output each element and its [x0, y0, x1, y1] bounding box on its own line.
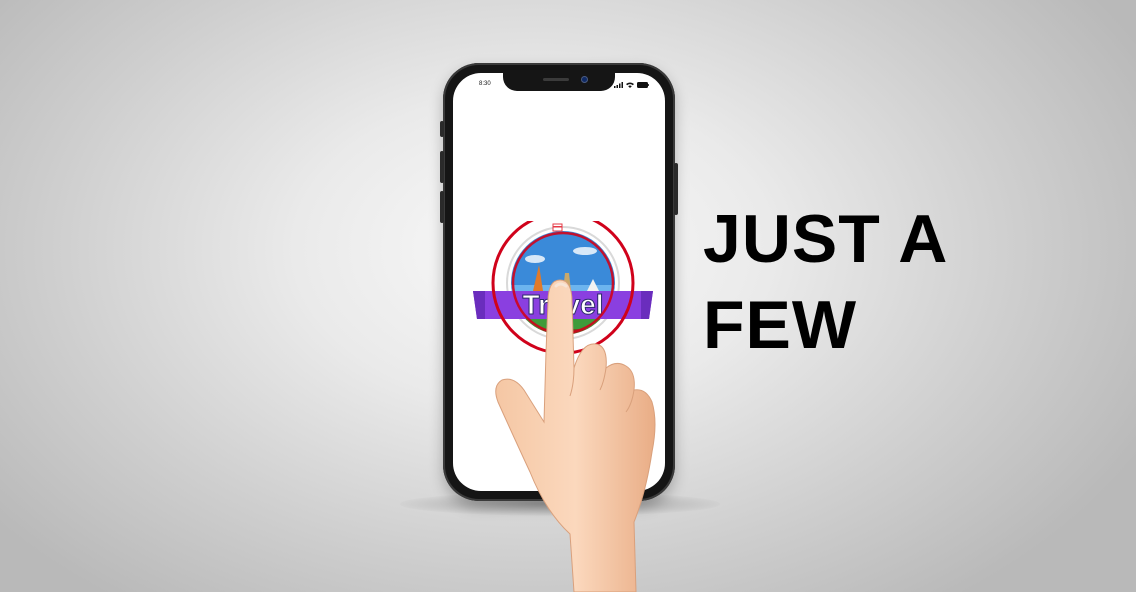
headline-line-1: JUST A	[703, 201, 949, 277]
volume-down-button	[440, 191, 444, 223]
headline-line-2: FEW	[703, 287, 858, 363]
notch	[503, 73, 615, 91]
headline: JUST A FEW	[703, 196, 948, 368]
status-icons	[614, 82, 649, 88]
battery-icon	[637, 82, 649, 88]
mute-switch	[440, 121, 444, 137]
wifi-icon	[626, 82, 634, 88]
volume-up-button	[440, 151, 444, 183]
front-camera-icon	[581, 76, 588, 83]
power-button	[674, 163, 678, 215]
speaker-grille	[543, 78, 569, 81]
status-time: 8:30	[479, 81, 491, 87]
signal-icon	[614, 82, 623, 88]
tap-hand-icon	[495, 279, 656, 592]
